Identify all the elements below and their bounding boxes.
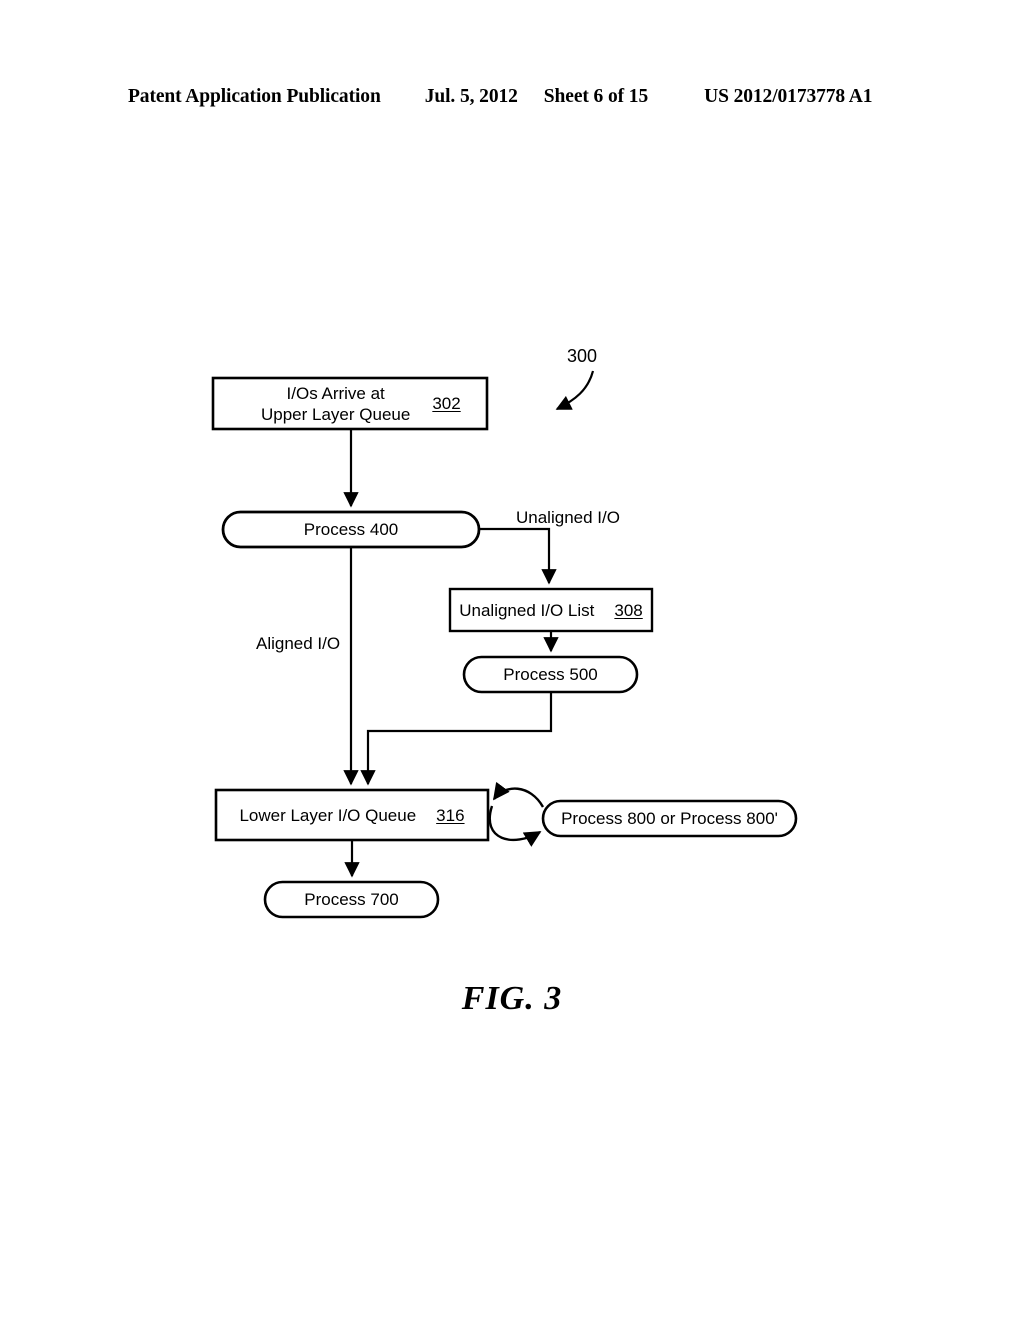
flowchart-svg xyxy=(211,370,798,919)
flowchart-figure: I/Os Arrive at Upper Layer Queue 302 Pro… xyxy=(0,0,1024,1320)
node-shape-process700 xyxy=(263,880,440,919)
callout-leader-300 xyxy=(555,370,595,410)
edge-process800-to-lower-queue xyxy=(493,781,545,808)
edge-lower-queue-to-process800 xyxy=(488,805,542,847)
node-shape-process800 xyxy=(541,799,798,838)
node-shape-process500 xyxy=(462,655,639,694)
edge-process400-to-unaligned-list xyxy=(479,527,557,585)
node-shape-unaligned-list xyxy=(448,587,654,633)
node-shape-lower-queue xyxy=(214,788,490,842)
node-shape-process400 xyxy=(221,510,481,549)
edge-process500-to-lower-queue xyxy=(360,692,553,786)
figure-caption: FIG. 3 xyxy=(461,980,563,1017)
node-shape-arrive xyxy=(211,376,489,431)
